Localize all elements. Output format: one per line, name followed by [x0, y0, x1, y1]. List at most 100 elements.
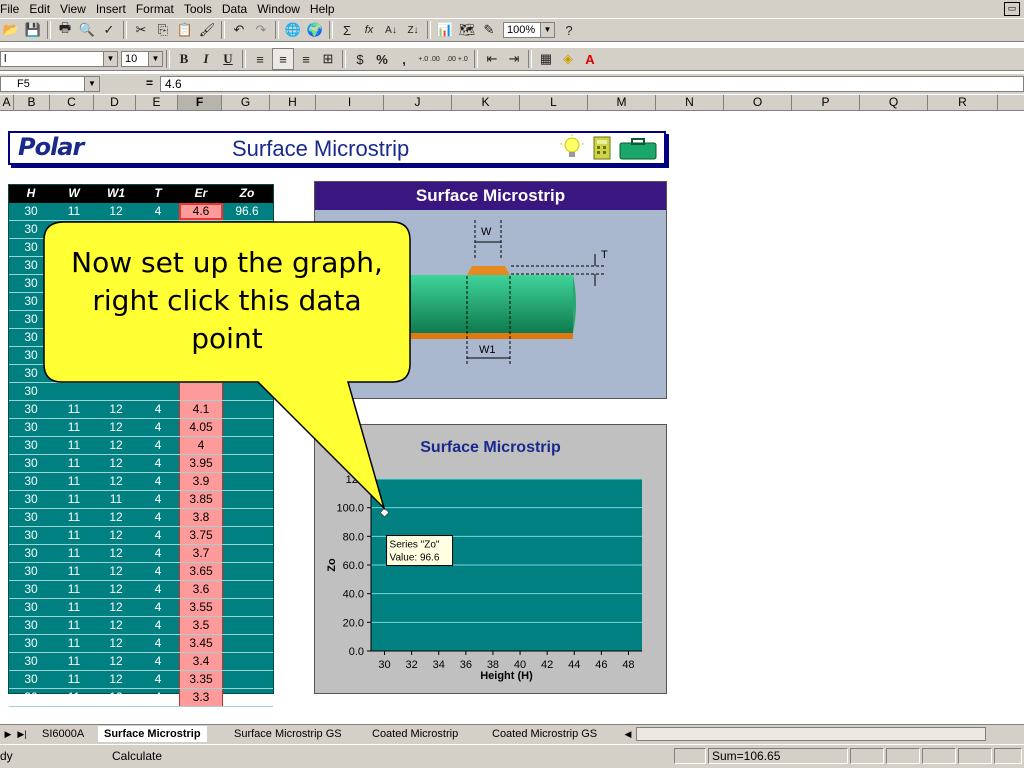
chevron-down-icon[interactable]: ▼ — [103, 52, 117, 66]
cell-w[interactable]: 11 — [53, 419, 95, 436]
cell-zo[interactable] — [223, 473, 271, 490]
sheet-tab-coated-microstrip-gs[interactable]: Coated Microstrip GS — [486, 726, 603, 742]
borders-icon[interactable]: ▦ — [536, 49, 556, 69]
cell-w1[interactable] — [95, 365, 137, 382]
merge-center-icon[interactable]: ⊞ — [318, 49, 338, 69]
sheet-tab-surface-microstrip-gs[interactable]: Surface Microstrip GS — [228, 726, 348, 742]
cell-w[interactable] — [53, 383, 95, 400]
cell-t[interactable]: 4 — [137, 689, 179, 706]
cell-er[interactable]: 3.75 — [179, 527, 223, 544]
cell-w[interactable] — [53, 365, 95, 382]
menu-view[interactable]: View — [55, 2, 91, 16]
restore-window-icon[interactable]: ▭ — [1004, 2, 1020, 16]
column-header-r[interactable]: R — [928, 95, 998, 110]
cell-zo[interactable] — [223, 599, 271, 616]
cell-h[interactable]: 30 — [9, 221, 53, 238]
cell-w1[interactable]: 12 — [95, 563, 137, 580]
cell-er[interactable]: 3.4 — [179, 653, 223, 670]
cell-w[interactable]: 11 — [53, 671, 95, 688]
cell-er[interactable]: 4.1 — [179, 401, 223, 418]
cell-zo[interactable] — [223, 689, 271, 706]
cell-t[interactable]: 4 — [137, 545, 179, 562]
menu-edit[interactable]: Edit — [24, 2, 55, 16]
cell-t[interactable] — [137, 365, 179, 382]
cell-h[interactable]: 30 — [9, 509, 53, 526]
cell-w1[interactable]: 12 — [95, 203, 137, 220]
cell-h[interactable]: 30 — [9, 401, 53, 418]
chevron-down-icon[interactable]: ▼ — [148, 52, 162, 66]
cell-w1[interactable]: 12 — [95, 671, 137, 688]
column-header-j[interactable]: J — [384, 95, 452, 110]
menu-file[interactable]: File — [0, 2, 24, 16]
cell-zo[interactable] — [223, 383, 271, 400]
cell-t[interactable]: 4 — [137, 563, 179, 580]
align-center-icon[interactable]: ≡ — [272, 48, 294, 70]
cell-t[interactable] — [137, 221, 179, 238]
cell-zo[interactable] — [223, 563, 271, 580]
cell-t[interactable]: 4 — [137, 401, 179, 418]
menu-insert[interactable]: Insert — [91, 2, 131, 16]
percent-style-button[interactable]: % — [372, 49, 392, 69]
cell-zo[interactable] — [223, 437, 271, 454]
cell-w1[interactable]: 12 — [95, 455, 137, 472]
cell-zo[interactable] — [223, 509, 271, 526]
cell-er[interactable]: 3.45 — [179, 635, 223, 652]
redo-icon[interactable]: ↷ — [251, 20, 271, 40]
cell-h[interactable]: 30 — [9, 653, 53, 670]
cell-er[interactable]: 4 — [179, 437, 223, 454]
cell-h[interactable]: 30 — [9, 455, 53, 472]
increase-indent-icon[interactable]: ⇥ — [504, 49, 524, 69]
cell-zo[interactable] — [223, 221, 271, 238]
cell-er[interactable]: 3.85 — [179, 491, 223, 508]
cell-h[interactable]: 30 — [9, 671, 53, 688]
cell-w[interactable]: 11 — [53, 455, 95, 472]
print-icon[interactable]: 🖶 — [55, 20, 75, 40]
cell-w[interactable]: 11 — [53, 563, 95, 580]
cell-w[interactable]: 11 — [53, 473, 95, 490]
cell-w1[interactable] — [95, 383, 137, 400]
cell-t[interactable]: 4 — [137, 473, 179, 490]
cell-t[interactable]: 4 — [137, 617, 179, 634]
sheet-tab-surface-microstrip[interactable]: Surface Microstrip — [98, 726, 207, 742]
cell-t[interactable]: 4 — [137, 203, 179, 220]
menu-format[interactable]: Format — [131, 2, 179, 16]
cell-t[interactable]: 4 — [137, 509, 179, 526]
next-sheet-icon[interactable]: ▶ — [2, 727, 14, 741]
cell-er[interactable] — [179, 221, 223, 238]
cell-w[interactable]: 11 — [53, 617, 95, 634]
autosum-icon[interactable]: Σ — [337, 20, 357, 40]
cell-w[interactable]: 11 — [53, 491, 95, 508]
chevron-down-icon[interactable]: ▼ — [540, 23, 554, 37]
cell-zo[interactable] — [223, 653, 271, 670]
cell-t[interactable]: 4 — [137, 599, 179, 616]
sort-ascending-icon[interactable]: A↓ — [381, 20, 401, 40]
cell-w1[interactable]: 12 — [95, 653, 137, 670]
cell-t[interactable]: 4 — [137, 491, 179, 508]
cell-h[interactable]: 30 — [9, 419, 53, 436]
cell-h[interactable]: 30 — [9, 527, 53, 544]
comma-style-button[interactable]: , — [394, 49, 414, 69]
cell-zo[interactable] — [223, 671, 271, 688]
cell-t[interactable]: 4 — [137, 527, 179, 544]
sort-descending-icon[interactable]: Z↓ — [403, 20, 423, 40]
cut-icon[interactable]: ✂ — [131, 20, 151, 40]
cell-w1[interactable]: 12 — [95, 419, 137, 436]
zoom-select[interactable]: 100% ▼ — [503, 22, 555, 38]
cell-w[interactable] — [53, 221, 95, 238]
increase-decimal-button[interactable]: +.0 .00 — [416, 49, 442, 69]
cell-h[interactable]: 30 — [9, 383, 53, 400]
sheet-tab-si6000a[interactable]: SI6000A — [36, 726, 90, 742]
line-chart[interactable]: 0.020.040.060.080.0100.012030 32 34 36 38 40 4… — [315, 425, 666, 693]
column-header-k[interactable]: K — [452, 95, 520, 110]
cell-h[interactable]: 30 — [9, 563, 53, 580]
cell-zo[interactable] — [223, 491, 271, 508]
scroll-left-icon[interactable]: ◀ — [622, 727, 634, 741]
cell-zo[interactable] — [223, 365, 271, 382]
cell-w1[interactable]: 12 — [95, 599, 137, 616]
column-header-o[interactable]: O — [724, 95, 792, 110]
cell-w[interactable]: 11 — [53, 653, 95, 670]
cell-w1[interactable] — [95, 221, 137, 238]
cell-t[interactable]: 4 — [137, 671, 179, 688]
column-header-f[interactable]: F — [178, 95, 222, 110]
cell-h[interactable]: 30 — [9, 491, 53, 508]
